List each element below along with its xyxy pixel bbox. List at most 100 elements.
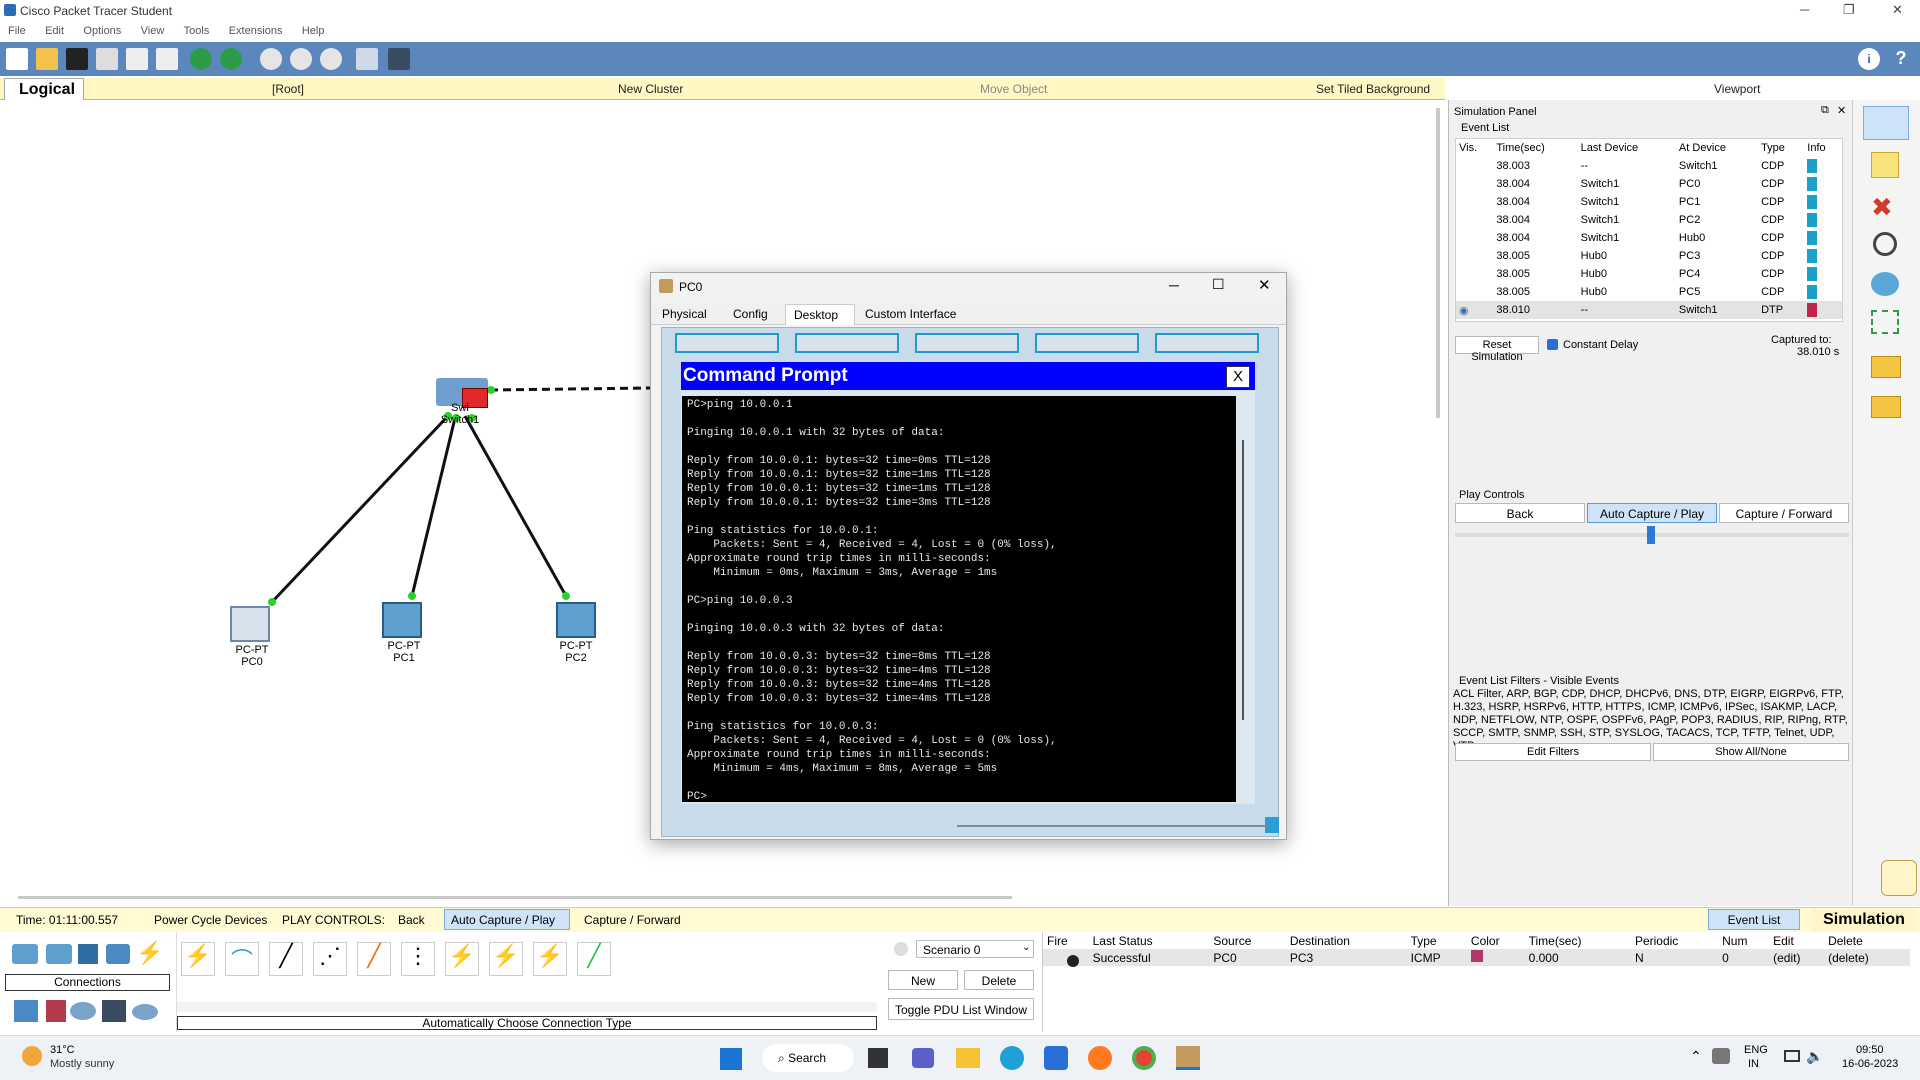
- event-info-swatch[interactable]: [1807, 177, 1818, 191]
- select-tool-icon[interactable]: [1863, 106, 1909, 140]
- serial-dce-cable-icon[interactable]: ⚡: [489, 942, 523, 976]
- desktop-app-icon[interactable]: [1035, 333, 1139, 353]
- event-col-header[interactable]: Info: [1804, 139, 1842, 157]
- wifi-icon[interactable]: [1784, 1050, 1800, 1062]
- scenario-select[interactable]: Scenario 0: [916, 940, 1034, 958]
- resize-grip[interactable]: [1265, 817, 1279, 833]
- event-col-header[interactable]: Time(sec): [1493, 139, 1577, 157]
- desktop-app-icon[interactable]: [675, 333, 779, 353]
- palette-icon[interactable]: [356, 48, 378, 70]
- zoom-in-icon[interactable]: [260, 48, 282, 70]
- fiber-cable-icon[interactable]: ╱: [357, 942, 391, 976]
- straight-through-cable-icon[interactable]: ╱: [269, 942, 303, 976]
- status-auto-capture-button[interactable]: Auto Capture / Play: [444, 909, 570, 930]
- minimize-icon[interactable]: ─: [1800, 2, 1809, 17]
- category-connections-icon[interactable]: ⚡: [136, 940, 163, 966]
- phone-cable-icon[interactable]: ⋮: [401, 942, 435, 976]
- menu-options[interactable]: Options: [67, 22, 121, 37]
- clock-time[interactable]: 09:50: [1856, 1044, 1884, 1056]
- menu-view[interactable]: View: [125, 22, 165, 37]
- category-custom-icon[interactable]: [102, 1000, 126, 1022]
- menu-edit[interactable]: Edit: [29, 22, 64, 37]
- new-scenario-button[interactable]: New: [888, 970, 958, 990]
- category-switches-icon[interactable]: [46, 944, 72, 964]
- add-simple-pdu-icon[interactable]: [1871, 356, 1901, 378]
- command-prompt-close-button[interactable]: X: [1226, 366, 1250, 388]
- category-end-devices-icon[interactable]: [14, 1000, 38, 1022]
- horizontal-scrollbar[interactable]: [18, 896, 1012, 899]
- simulation-mode-tab[interactable]: Simulation: [1812, 909, 1916, 931]
- zoom-reset-icon[interactable]: [290, 48, 312, 70]
- desktop-app-icon[interactable]: [915, 333, 1019, 353]
- add-complex-pdu-icon[interactable]: [1871, 396, 1901, 418]
- event-info[interactable]: [1804, 265, 1842, 283]
- custom-device-icon[interactable]: [388, 48, 410, 70]
- pdu-row[interactable]: Successful PC0 PC3 ICMP 0.000 N 0 (edit)…: [1043, 949, 1910, 967]
- zoom-out-icon[interactable]: [320, 48, 342, 70]
- file-explorer-icon[interactable]: [956, 1048, 980, 1068]
- category-hubs-icon[interactable]: [78, 944, 98, 964]
- root-button[interactable]: [Root]: [272, 82, 304, 96]
- category-security-icon[interactable]: [46, 1000, 66, 1022]
- volume-icon[interactable]: 🔈: [1806, 1048, 1823, 1065]
- serial-dte-cable-icon[interactable]: ⚡: [533, 942, 567, 976]
- event-info[interactable]: [1804, 211, 1842, 229]
- delete-scenario-button[interactable]: Delete: [964, 970, 1034, 990]
- event-info[interactable]: [1804, 175, 1842, 193]
- clock-date[interactable]: 16-06-2023: [1842, 1058, 1898, 1070]
- vertical-scrollbar[interactable]: [1436, 108, 1440, 418]
- auto-connection-icon[interactable]: ⚡: [181, 942, 215, 976]
- connection-scrollbar[interactable]: [177, 1002, 877, 1012]
- task-view-icon[interactable]: [868, 1048, 888, 1068]
- category-multiuser-icon[interactable]: [132, 1004, 158, 1020]
- pc0-icon[interactable]: [230, 606, 270, 642]
- event-col-header[interactable]: Vis.: [1456, 139, 1493, 157]
- network-sync-icon[interactable]: [1712, 1048, 1730, 1064]
- firefox-icon[interactable]: [1088, 1046, 1112, 1070]
- event-info[interactable]: [1804, 283, 1842, 301]
- note-tool-icon[interactable]: [1871, 152, 1899, 178]
- event-row[interactable]: ◉ 38.010 -- Switch1 DTP: [1456, 301, 1842, 319]
- language-in[interactable]: IN: [1748, 1058, 1759, 1070]
- delete-tool-icon[interactable]: ✖: [1871, 192, 1893, 223]
- status-back-button[interactable]: Back: [398, 913, 425, 927]
- desktop-app-icon[interactable]: [795, 333, 899, 353]
- minimize-icon[interactable]: ─: [1169, 277, 1179, 293]
- event-row[interactable]: 38.003 -- Switch1 CDP: [1456, 157, 1842, 175]
- reset-simulation-button[interactable]: Reset Simulation: [1455, 336, 1539, 363]
- toggle-pdu-list-button[interactable]: Toggle PDU List Window: [888, 998, 1034, 1020]
- close-panel-icon[interactable]: ✕: [1837, 104, 1846, 117]
- event-info-swatch[interactable]: [1807, 195, 1818, 209]
- usb-cable-icon[interactable]: ╱: [577, 942, 611, 976]
- pdu-delete-link[interactable]: (delete): [1828, 949, 1910, 966]
- console-cable-icon[interactable]: ⌒: [225, 942, 259, 976]
- undock-icon[interactable]: ⧉: [1821, 104, 1829, 117]
- pc-window-scrollbar[interactable]: [957, 825, 1267, 827]
- set-tiled-background-button[interactable]: Set Tiled Background: [1316, 82, 1430, 96]
- event-row[interactable]: 38.004 Switch1 PC0 CDP: [1456, 175, 1842, 193]
- event-row[interactable]: 38.004 Switch1 Hub0 CDP: [1456, 229, 1842, 247]
- new-cluster-button[interactable]: New Cluster: [618, 82, 683, 96]
- auto-capture-play-button[interactable]: Auto Capture / Play: [1587, 503, 1717, 523]
- event-info-swatch[interactable]: [1807, 213, 1818, 227]
- event-row[interactable]: 38.004 Switch1 PC1 CDP: [1456, 193, 1842, 211]
- category-wireless-icon[interactable]: [106, 944, 130, 964]
- language-eng[interactable]: ENG: [1744, 1044, 1768, 1056]
- edit-filters-button[interactable]: Edit Filters: [1455, 743, 1651, 761]
- resize-shape-icon[interactable]: [1871, 310, 1899, 334]
- show-all-none-button[interactable]: Show All/None: [1653, 743, 1849, 761]
- scenario-info-icon[interactable]: [894, 942, 908, 956]
- coaxial-cable-icon[interactable]: ⚡: [445, 942, 479, 976]
- inspect-tool-icon[interactable]: [1873, 232, 1897, 256]
- fire-icon[interactable]: [1067, 955, 1079, 967]
- back-button[interactable]: Back: [1455, 503, 1585, 523]
- simulation-mode-icon[interactable]: [1881, 860, 1917, 896]
- capture-forward-button[interactable]: Capture / Forward: [1719, 503, 1849, 523]
- maximize-icon[interactable]: ☐: [1212, 276, 1225, 293]
- new-file-icon[interactable]: [6, 48, 28, 70]
- redo-icon[interactable]: [220, 48, 242, 70]
- weather-icon[interactable]: [22, 1046, 42, 1066]
- event-info[interactable]: [1804, 229, 1842, 247]
- event-list-button[interactable]: Event List: [1708, 909, 1800, 930]
- event-row[interactable]: 38.005 Hub0 PC5 CDP: [1456, 283, 1842, 301]
